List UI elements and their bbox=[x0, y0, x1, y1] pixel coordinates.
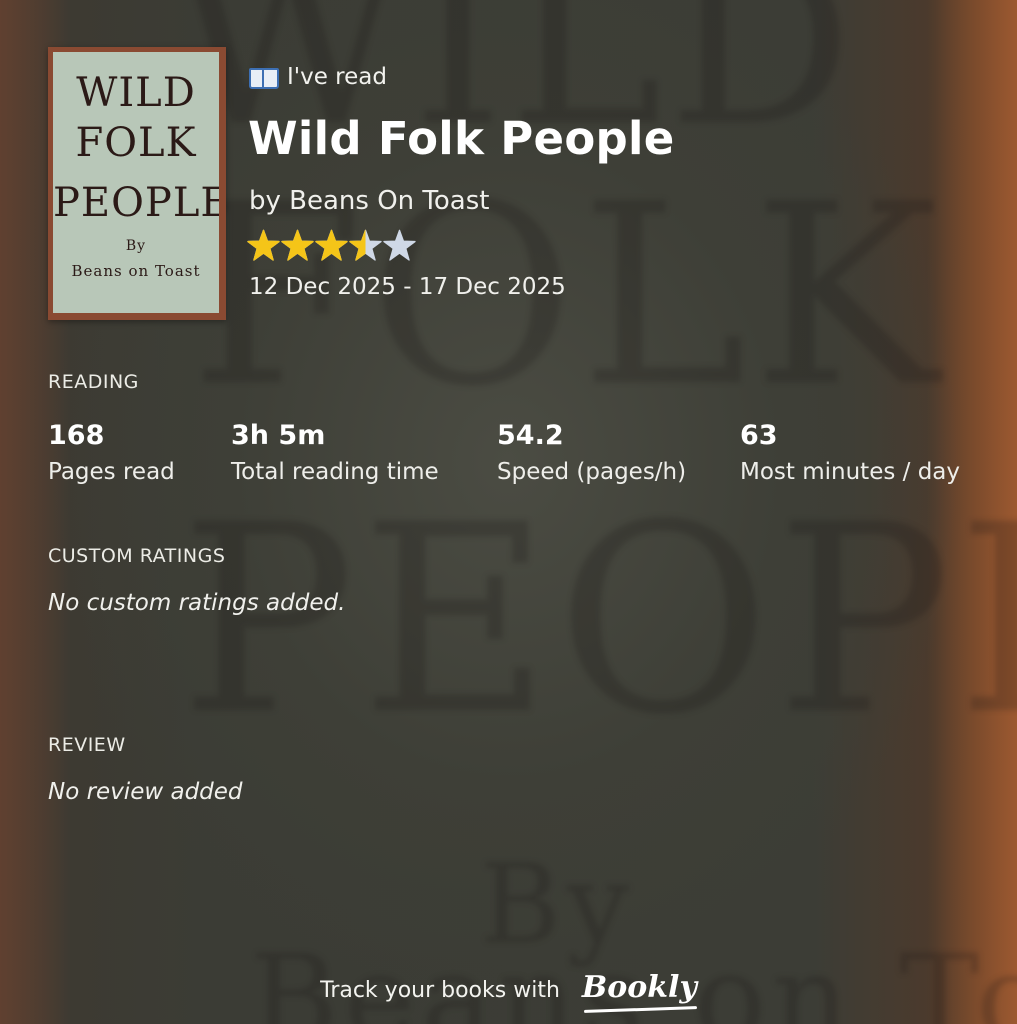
stat-value: 168 bbox=[48, 420, 105, 451]
book-title: Wild Folk People bbox=[248, 112, 675, 165]
stat-value: 54.2 bbox=[497, 420, 564, 451]
stat-label: Speed (pages/h) bbox=[497, 459, 687, 485]
footer-promo: Track your books with Bookly bbox=[0, 970, 1017, 1013]
book-cover[interactable]: WILD FOLK PEOPLE By Beans on Toast bbox=[48, 47, 226, 320]
star-rating bbox=[247, 229, 416, 262]
cover-title-line: PEOPLE bbox=[53, 180, 219, 226]
stat-label: Total reading time bbox=[231, 459, 439, 485]
stat-total-reading-time: 3h 5m Total reading time bbox=[231, 418, 439, 485]
cover-title-line: FOLK bbox=[75, 120, 197, 166]
cover-title-line: WILD bbox=[76, 70, 196, 116]
read-status: I've read bbox=[249, 64, 387, 90]
cover-author-line: Beans on Toast bbox=[71, 262, 201, 280]
brand-name: Bookly bbox=[581, 970, 697, 1005]
open-book-icon bbox=[249, 66, 279, 89]
footer-tagline: Track your books with bbox=[320, 978, 560, 1003]
logo-underline bbox=[583, 1006, 697, 1013]
book-cover-art: WILD FOLK PEOPLE By Beans on Toast bbox=[53, 52, 219, 313]
book-author: by Beans On Toast bbox=[249, 186, 490, 216]
bookly-logo[interactable]: Bookly bbox=[581, 970, 697, 1013]
cover-by-line: By bbox=[125, 238, 147, 254]
stat-value: 63 bbox=[740, 420, 778, 451]
section-heading-review: REVIEW bbox=[48, 734, 126, 756]
section-heading-custom-ratings: CUSTOM RATINGS bbox=[48, 545, 226, 567]
stat-pages-read: 168 Pages read bbox=[48, 418, 175, 485]
book-summary-card: WILD FOLK PEOPLE By Beans on Toast I've … bbox=[0, 0, 1017, 1024]
custom-ratings-empty-text: No custom ratings added. bbox=[48, 590, 346, 616]
read-status-label: I've read bbox=[287, 64, 387, 90]
stat-value: 3h 5m bbox=[231, 420, 326, 451]
section-heading-reading: READING bbox=[48, 371, 139, 393]
stat-label: Pages read bbox=[48, 459, 175, 485]
star-icon bbox=[247, 229, 280, 261]
star-icon bbox=[349, 229, 382, 261]
stat-speed: 54.2 Speed (pages/h) bbox=[497, 418, 686, 485]
star-icon bbox=[383, 229, 416, 261]
review-empty-text: No review added bbox=[48, 779, 243, 805]
stat-most-minutes-per-day: 63 Most minutes / day bbox=[740, 418, 960, 485]
star-icon bbox=[315, 229, 348, 261]
reading-date-range: 12 Dec 2025 - 17 Dec 2025 bbox=[249, 274, 566, 300]
star-icon bbox=[281, 229, 314, 261]
stat-label: Most minutes / day bbox=[740, 459, 961, 485]
